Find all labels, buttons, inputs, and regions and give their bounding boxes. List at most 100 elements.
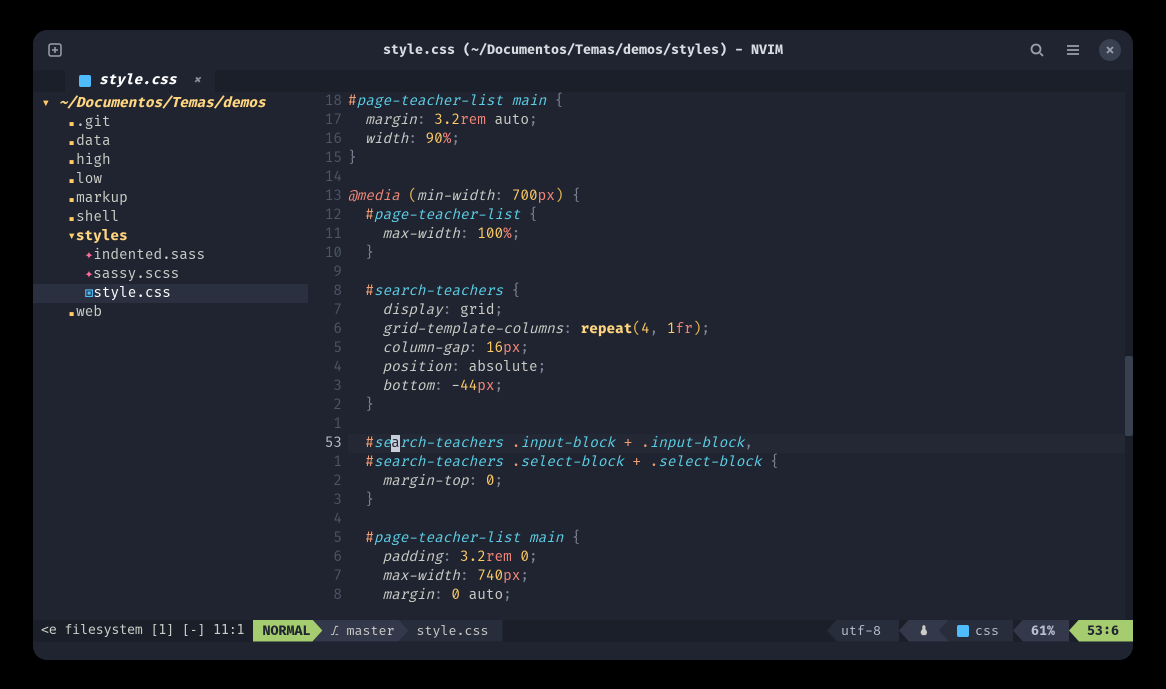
close-icon[interactable]: [1099, 39, 1121, 61]
tree-item[interactable]: ✦ indented.sass: [33, 246, 308, 265]
buffer-tab[interactable]: style.css ×: [65, 70, 215, 92]
line-number: 8: [308, 282, 342, 301]
code-line[interactable]: }: [348, 149, 1133, 168]
line-number: 14: [308, 168, 342, 187]
tab-close-icon[interactable]: ×: [193, 72, 202, 89]
code-line[interactable]: margin: 3.2rem auto;: [348, 111, 1133, 130]
new-tab-icon[interactable]: [45, 40, 65, 60]
line-number: 1: [308, 415, 342, 434]
tree-item-label: sassy.scss: [93, 266, 179, 283]
line-number: 2: [308, 396, 342, 415]
sass-file-icon: ✦: [85, 247, 93, 264]
code-line[interactable]: margin-top: 0;: [348, 472, 1133, 491]
folder-icon: ▪: [67, 133, 76, 150]
tree-item-label: data: [76, 133, 110, 150]
tree-item[interactable]: ▪ data: [33, 132, 308, 151]
status-percent: 61%: [1013, 620, 1069, 642]
css-badge-icon: [957, 625, 969, 637]
tree-item[interactable]: ▪ markup: [33, 189, 308, 208]
line-number: 17: [308, 111, 342, 130]
tree-item[interactable]: ▣ style.css: [33, 284, 308, 303]
line-number: 11: [308, 225, 342, 244]
folder-icon: ▪: [67, 114, 76, 131]
code-line[interactable]: }: [348, 491, 1133, 510]
folder-icon: ▪: [67, 209, 76, 226]
line-number: 1: [308, 453, 342, 472]
folder-icon: ▪: [67, 171, 76, 188]
tux-icon: [917, 624, 931, 638]
code-line[interactable]: max-width: 100%;: [348, 225, 1133, 244]
code-line[interactable]: [348, 263, 1133, 282]
code-line[interactable]: @media (min-width: 700px) {: [348, 187, 1133, 206]
code-line[interactable]: #page-teacher-list main {: [348, 92, 1133, 111]
menu-icon[interactable]: [1063, 40, 1083, 60]
scrollbar-thumb[interactable]: [1125, 356, 1133, 436]
tree-item[interactable]: ▪ low: [33, 170, 308, 189]
tree-item-label: .git: [76, 114, 110, 131]
tree-item[interactable]: ▪ high: [33, 151, 308, 170]
line-number: 10: [308, 244, 342, 263]
code-line[interactable]: [348, 510, 1133, 529]
line-number: 8: [308, 586, 342, 605]
tree-item[interactable]: ▪ web: [33, 303, 308, 322]
search-icon[interactable]: [1027, 40, 1047, 60]
tree-item-label: styles: [76, 228, 128, 245]
line-number: 7: [308, 301, 342, 320]
window-title: style.css (~/Documentos/Temas/demos/styl…: [165, 42, 1001, 58]
tree-item-label: high: [76, 152, 110, 169]
code-area[interactable]: #page-teacher-list main { margin: 3.2rem…: [348, 92, 1133, 620]
code-line[interactable]: margin: 0 auto;: [348, 586, 1133, 605]
line-number: 15: [308, 149, 342, 168]
line-number: 4: [308, 510, 342, 529]
tree-item-label: markup: [76, 190, 128, 207]
code-line[interactable]: bottom: -44px;: [348, 377, 1133, 396]
code-line[interactable]: [348, 415, 1133, 434]
folder-icon: ▪: [67, 304, 76, 321]
code-line[interactable]: column-gap: 16px;: [348, 339, 1133, 358]
code-line[interactable]: width: 90%;: [348, 130, 1133, 149]
css-file-icon: [79, 75, 91, 87]
tree-item-label: low: [76, 171, 102, 188]
statusbar: <e filesystem [1] [-] 11:1 NORMAL ⎇ mast…: [33, 620, 1133, 642]
status-position: 53:6: [1069, 620, 1133, 642]
code-line[interactable]: }: [348, 244, 1133, 263]
editor-pane[interactable]: 1817161514131211109876543215312345678 #p…: [308, 92, 1133, 620]
code-line[interactable]: grid-template-columns: repeat(4, 1fr);: [348, 320, 1133, 339]
terminal-window: style.css (~/Documentos/Temas/demos/styl…: [33, 30, 1133, 660]
code-line[interactable]: [348, 168, 1133, 187]
folder-open-icon: ▾: [42, 95, 50, 112]
code-line[interactable]: #page-teacher-list {: [348, 206, 1133, 225]
line-number: 9: [308, 263, 342, 282]
line-number: 5: [308, 339, 342, 358]
code-line[interactable]: #search-teachers .select-block + .select…: [348, 453, 1133, 472]
code-line[interactable]: }: [348, 396, 1133, 415]
file-tree[interactable]: ▾ ~/Documentos/Temas/demos ▪ .git ▪ data…: [33, 92, 308, 620]
tree-item[interactable]: ▪ .git: [33, 113, 308, 132]
line-number: 3: [308, 491, 342, 510]
scrollbar[interactable]: [1125, 92, 1133, 620]
line-number: 18: [308, 92, 342, 111]
code-line[interactable]: #search-teachers .input-block + .input-b…: [348, 434, 1133, 453]
code-line[interactable]: #search-teachers {: [348, 282, 1133, 301]
titlebar: style.css (~/Documentos/Temas/demos/styl…: [33, 30, 1133, 70]
tree-root[interactable]: ▾ ~/Documentos/Temas/demos: [33, 94, 308, 113]
tree-item[interactable]: ▾ styles: [33, 227, 308, 246]
line-number: 4: [308, 358, 342, 377]
line-number-gutter: 1817161514131211109876543215312345678: [308, 92, 348, 620]
code-line[interactable]: display: grid;: [348, 301, 1133, 320]
editor-body: ▾ ~/Documentos/Temas/demos ▪ .git ▪ data…: [33, 92, 1133, 620]
status-mode: NORMAL: [253, 620, 323, 642]
code-line[interactable]: #page-teacher-list main {: [348, 529, 1133, 548]
tree-item-label: web: [76, 304, 102, 321]
line-number: 2: [308, 472, 342, 491]
code-line[interactable]: position: absolute;: [348, 358, 1133, 377]
line-number: 53: [308, 434, 342, 453]
branch-icon: ⎇: [331, 623, 339, 639]
tree-item[interactable]: ▪ shell: [33, 208, 308, 227]
css-file-icon: ▣: [85, 285, 94, 302]
tree-item[interactable]: ✦ sassy.scss: [33, 265, 308, 284]
line-number: 7: [308, 567, 342, 586]
code-line[interactable]: padding: 3.2rem 0;: [348, 548, 1133, 567]
line-number: 16: [308, 130, 342, 149]
code-line[interactable]: max-width: 740px;: [348, 567, 1133, 586]
